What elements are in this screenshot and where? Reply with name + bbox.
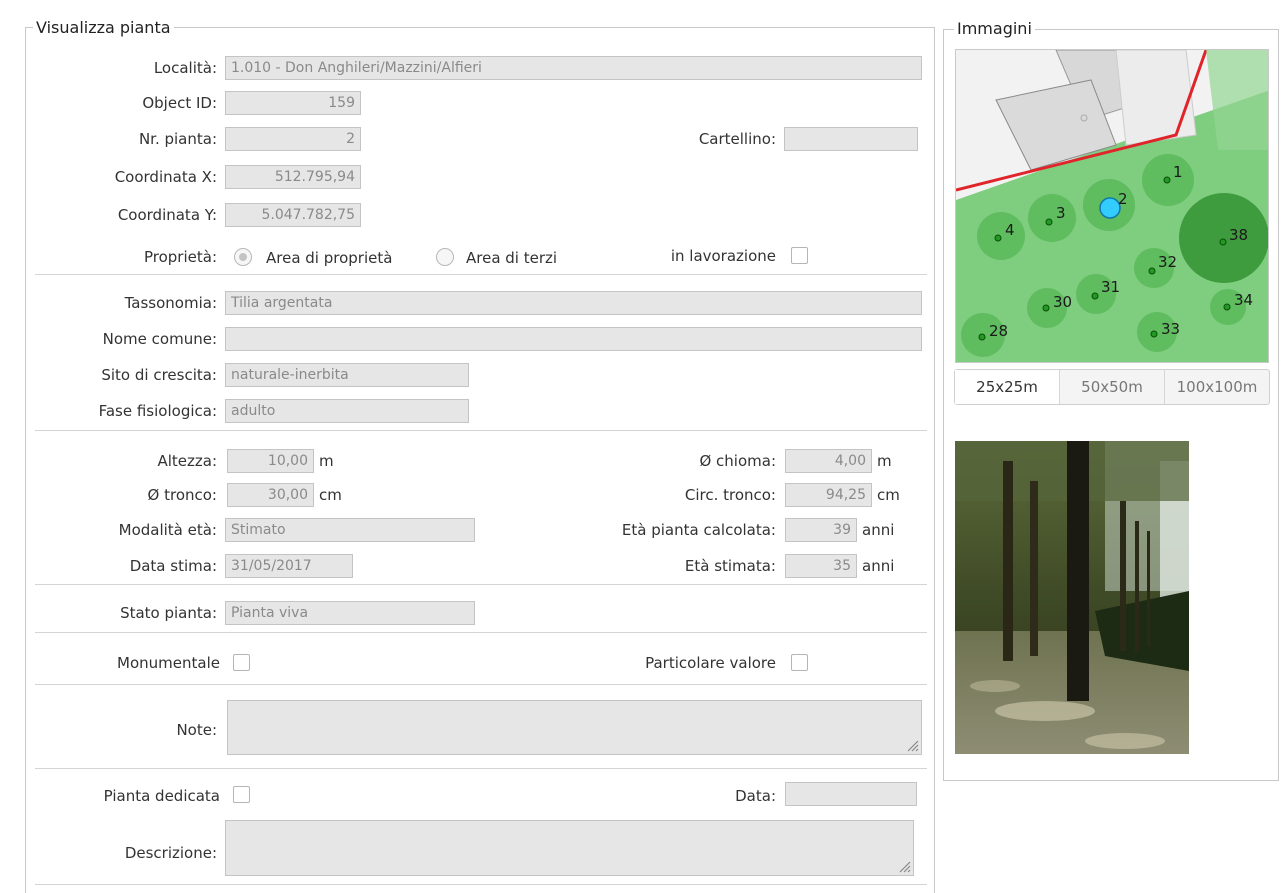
descrizione-textarea[interactable] xyxy=(225,820,914,876)
altezza-field[interactable]: 10,00 xyxy=(227,449,314,473)
separator xyxy=(35,768,927,769)
map-scale-tabs: 25x25m 50x50m 100x100m xyxy=(954,369,1270,405)
modalita-eta-label: Modalità età: xyxy=(118,521,217,539)
chioma-unit: m xyxy=(877,452,892,470)
tree-label-32: 32 xyxy=(1158,253,1177,271)
eta-calcolata-unit: anni xyxy=(862,521,895,539)
circ-tronco-field[interactable]: 94,25 xyxy=(785,483,872,507)
particolare-valore-checkbox[interactable] xyxy=(791,654,808,671)
radio-area-terzi-label[interactable]: Area di terzi xyxy=(466,247,557,269)
tab-50x50m[interactable]: 50x50m xyxy=(1060,370,1165,404)
monumentale-checkbox[interactable] xyxy=(233,654,250,671)
images-legend: Immagini xyxy=(954,20,1035,38)
chioma-label: Ø chioma: xyxy=(699,452,776,470)
in-lavorazione-label: in lavorazione xyxy=(670,247,776,265)
nr-pianta-label: Nr. pianta: xyxy=(138,130,217,148)
cartellino-label: Cartellino: xyxy=(698,130,776,148)
chioma-field[interactable]: 4,00 xyxy=(785,449,872,473)
eta-calcolata-label: Età pianta calcolata: xyxy=(621,521,776,539)
tree-label-2: 2 xyxy=(1118,190,1128,208)
coord-x-field[interactable]: 512.795,94 xyxy=(225,165,361,189)
tree-label-28: 28 xyxy=(989,322,1008,340)
localita-field[interactable]: 1.010 - Don Anghileri/Mazzini/Alfieri xyxy=(225,56,922,80)
nr-pianta-field[interactable]: 2 xyxy=(225,127,361,151)
circ-tronco-unit: cm xyxy=(877,486,900,504)
tassonomia-label: Tassonomia: xyxy=(124,294,217,312)
in-lavorazione-checkbox[interactable] xyxy=(791,247,808,264)
radio-area-proprieta[interactable] xyxy=(234,248,252,266)
circ-tronco-label: Circ. tronco: xyxy=(684,486,776,504)
data-field[interactable] xyxy=(785,782,917,806)
descrizione-label: Descrizione: xyxy=(124,844,217,862)
tree-label-38: 38 xyxy=(1229,226,1248,244)
eta-stimata-unit: anni xyxy=(862,557,895,575)
note-textarea[interactable] xyxy=(227,700,922,755)
separator xyxy=(35,274,927,275)
tree-photo-image xyxy=(955,441,1189,754)
particolare-valore-label: Particolare valore xyxy=(645,654,776,672)
map-canvas: 1 2 3 4 38 32 31 30 34 28 33 xyxy=(956,50,1268,362)
tree-map[interactable]: 1 2 3 4 38 32 31 30 34 28 33 xyxy=(955,49,1269,363)
tronco-field[interactable]: 30,00 xyxy=(227,483,314,507)
radio-area-proprieta-label[interactable]: Area di proprietà xyxy=(266,247,392,269)
eta-calcolata-field[interactable]: 39 xyxy=(785,518,857,542)
form-legend: Visualizza pianta xyxy=(33,19,174,37)
tree-label-31: 31 xyxy=(1101,278,1120,296)
tree-label-1: 1 xyxy=(1173,163,1183,181)
tree-photo[interactable] xyxy=(955,441,1189,754)
separator xyxy=(35,884,927,885)
radio-area-terzi[interactable] xyxy=(436,248,454,266)
data-stima-field[interactable]: 31/05/2017 xyxy=(225,554,353,578)
tab-100x100m[interactable]: 100x100m xyxy=(1165,370,1269,404)
data-stima-label: Data stima: xyxy=(129,557,217,575)
sito-crescita-field[interactable]: naturale-inerbita xyxy=(225,363,469,387)
note-label: Note: xyxy=(176,721,217,739)
resize-grip-icon[interactable] xyxy=(905,738,919,752)
tassonomia-field[interactable]: Tilia argentata xyxy=(225,291,922,315)
object-id-field[interactable]: 159 xyxy=(225,91,361,115)
eta-stimata-label: Età stimata: xyxy=(684,557,776,575)
tree-label-4: 4 xyxy=(1005,221,1015,239)
tree-label-34: 34 xyxy=(1234,291,1253,309)
tree-label-33: 33 xyxy=(1161,320,1180,338)
separator xyxy=(35,632,927,633)
coord-x-label: Coordinata X: xyxy=(114,168,217,186)
stato-pianta-label: Stato pianta: xyxy=(120,604,217,622)
coord-y-label: Coordinata Y: xyxy=(117,206,217,224)
fase-fisiologica-label: Fase fisiologica: xyxy=(98,402,217,420)
monumentale-label: Monumentale xyxy=(117,654,220,672)
tab-25x25m[interactable]: 25x25m xyxy=(955,370,1060,404)
nome-comune-field[interactable] xyxy=(225,327,922,351)
separator xyxy=(35,430,927,431)
altezza-label: Altezza: xyxy=(157,452,217,470)
tronco-label: Ø tronco: xyxy=(147,486,217,504)
proprieta-label: Proprietà: xyxy=(143,248,217,266)
sito-crescita-label: Sito di crescita: xyxy=(101,366,217,384)
localita-label: Località: xyxy=(153,59,217,77)
eta-stimata-field[interactable]: 35 xyxy=(785,554,857,578)
tronco-unit: cm xyxy=(319,486,342,504)
nome-comune-label: Nome comune: xyxy=(102,330,217,348)
selected-tree-marker xyxy=(1099,197,1121,219)
resize-grip-icon[interactable] xyxy=(897,859,911,873)
separator xyxy=(35,584,927,585)
pianta-dedicata-label: Pianta dedicata xyxy=(103,787,220,805)
altezza-unit: m xyxy=(319,452,334,470)
tree-label-30: 30 xyxy=(1053,293,1072,311)
modalita-eta-field[interactable]: Stimato xyxy=(225,518,475,542)
separator xyxy=(35,684,927,685)
pianta-dedicata-checkbox[interactable] xyxy=(233,786,250,803)
object-id-label: Object ID: xyxy=(142,94,217,112)
data-label: Data: xyxy=(735,787,776,805)
cartellino-field[interactable] xyxy=(784,127,918,151)
coord-y-field[interactable]: 5.047.782,75 xyxy=(225,203,361,227)
stato-pianta-field[interactable]: Pianta viva xyxy=(225,601,475,625)
fase-fisiologica-field[interactable]: adulto xyxy=(225,399,469,423)
tree-label-3: 3 xyxy=(1056,204,1066,222)
